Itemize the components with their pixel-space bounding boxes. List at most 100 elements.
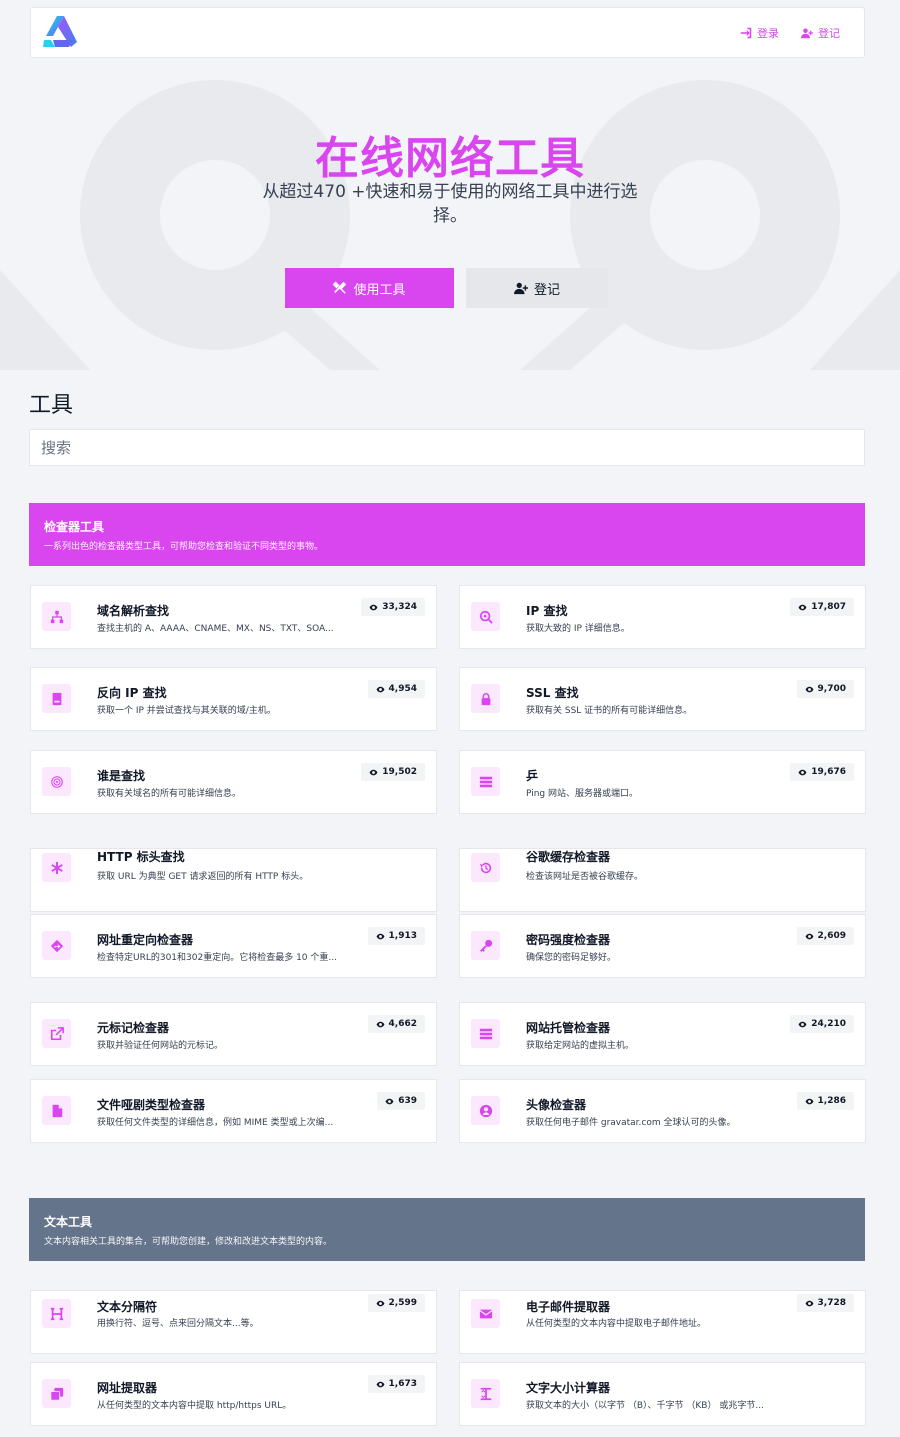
search-input[interactable] [29, 429, 865, 466]
tool-card[interactable]: IP 查找 获取大致的 IP 详细信息。 17,807 [459, 585, 866, 649]
search-location-icon [479, 610, 493, 624]
tool-icon-box [42, 602, 71, 631]
tool-name: 元标记检查器 [97, 1021, 170, 1035]
login-link[interactable]: 登录 [740, 25, 779, 41]
tool-description: 获取任何电子邮件 gravatar.com 全球认可的头像。 [526, 1118, 736, 1128]
eye-icon [798, 769, 807, 775]
tool-icon-box [42, 1019, 71, 1048]
tool-card[interactable]: 密码强度检查器 确保您的密码足够好。 2,609 [459, 914, 866, 978]
tool-card[interactable]: 反向 IP 查找 获取一个 IP 并尝试查找与其关联的域/主机。 4,954 [30, 667, 437, 731]
eye-icon [385, 1098, 394, 1104]
tool-card[interactable]: 域名解析查找 查找主机的 A、AAAA、CNAME、MX、NS、TXT、SOA..… [30, 585, 437, 649]
tool-description: 确保您的密码足够好。 [526, 953, 617, 963]
tool-description: 获取任何文件类型的详细信息，例如 MIME 类型或上次编... [97, 1118, 334, 1128]
tool-icon-box [471, 1299, 500, 1328]
history-icon [479, 862, 491, 873]
tool-description: 查找主机的 A、AAAA、CNAME、MX、NS、TXT、SOA... [97, 624, 334, 634]
sitemap-icon [50, 610, 63, 623]
category-header-text: 文本工具 文本内容相关工具的集合，可帮助您创建，修改和改进文本类型的内容。 [29, 1198, 865, 1261]
tool-icon-box [471, 1019, 500, 1048]
tool-card[interactable]: SSL 查找 获取有关 SSL 证书的所有可能详细信息。 9,700 [459, 667, 866, 731]
tool-card[interactable]: 网址提取器 从任何类型的文本内容中提取 http/https URL。 1,673 [30, 1362, 437, 1426]
tool-card[interactable]: 网址重定向检查器 检查特定URL的301和302重定向。它将检查最多 10 个重.… [30, 914, 437, 978]
tool-card[interactable]: 谷歌缓存检查器检查该网址是否被谷歌缓存。 [459, 848, 866, 912]
eye-icon [798, 604, 807, 610]
tool-icon-box [471, 767, 500, 796]
tool-name: 头像检查器 [526, 1098, 587, 1112]
tool-name: 电子邮件提取器 [526, 1300, 611, 1314]
register-link[interactable]: 登记 [801, 25, 840, 41]
view-count-badge: 1,913 [367, 927, 425, 945]
tool-name: 谁是查找 [97, 769, 146, 783]
logo[interactable] [41, 14, 79, 52]
tool-icon-box [471, 684, 500, 713]
tool-card[interactable]: 头像检查器获取任何电子邮件 gravatar.com 全球认可的头像。 1,286 [459, 1079, 866, 1143]
text-height-icon [480, 1387, 491, 1400]
fingerprint-icon [50, 775, 63, 788]
eye-icon [369, 769, 378, 775]
tool-icon-box [42, 1299, 71, 1328]
tool-card[interactable]: 谁是查找 获取有关域名的所有可能详细信息。 19,502 [30, 750, 437, 814]
tool-description: 检查该网址是否被谷歌缓存。 [526, 872, 644, 882]
view-count-badge: 1,673 [367, 1375, 425, 1393]
sign-in-icon [740, 27, 752, 38]
tool-card[interactable]: 文本分隔符 用换行符、逗号、点来回分隔文本...等。 2,599 [30, 1290, 437, 1354]
user-plus-icon [513, 282, 528, 295]
tool-description: 用换行符、逗号、点来回分隔文本...等。 [97, 1319, 259, 1329]
tool-name: 网站托管检查器 [526, 1021, 611, 1035]
tool-icon-box [42, 1096, 71, 1125]
view-count-badge: 1,286 [796, 1092, 854, 1110]
eye-icon [376, 1300, 384, 1306]
tool-description: 获取 URL 为典型 GET 请求返回的所有 HTTP 标头。 [97, 872, 309, 882]
tool-icon-box [42, 767, 71, 796]
tool-card[interactable]: 文件哑剧类型检查器获取任何文件类型的详细信息，例如 MIME 类型或上次编...… [30, 1079, 437, 1143]
tool-description: 获取给定网站的虚拟主机。 [526, 1041, 635, 1051]
lock-icon [481, 692, 490, 705]
tool-name: 密码强度检查器 [526, 933, 611, 947]
use-tools-button[interactable]: 使用工具 [285, 268, 454, 308]
hero-register-button[interactable]: 登记 [466, 268, 608, 308]
view-count-badge: 3,728 [796, 1294, 854, 1312]
eye-icon [376, 933, 384, 939]
hero-title: 在线网络工具 [315, 133, 585, 184]
directions-icon [50, 939, 63, 952]
tool-name: HTTP 标头查找 [97, 850, 185, 864]
server-icon [479, 1028, 492, 1039]
view-count-badge: 4,954 [367, 680, 425, 698]
tool-name: SSL 查找 [526, 686, 579, 700]
tool-name: 谷歌缓存检查器 [526, 850, 611, 864]
view-count-badge: 24,210 [790, 1015, 854, 1033]
eye-icon [805, 933, 813, 939]
tools-icon [333, 281, 347, 294]
tool-description: 从任何类型的文本内容中提取 http/https URL。 [97, 1401, 292, 1411]
tool-description: 获取一个 IP 并尝试查找与其关联的域/主机。 [97, 706, 276, 716]
copy-icon [49, 1387, 63, 1401]
tool-card[interactable]: 网站托管检查器获取给定网站的虚拟主机。 24,210 [459, 1002, 866, 1066]
server-icon [479, 776, 492, 787]
eye-icon [805, 686, 813, 692]
tool-description: Ping 网站、服务器或端口。 [526, 789, 639, 799]
tool-name: 文件哑剧类型检查器 [97, 1098, 206, 1112]
view-count-badge: 639 [377, 1092, 425, 1110]
tool-icon-box [471, 1379, 500, 1408]
tool-card[interactable]: 文字大小计算器 获取文本的大小（以字节 （B）、千字节 （KB） 或兆字节... [459, 1362, 866, 1426]
file-icon [52, 1104, 62, 1117]
view-count-badge: 33,324 [361, 598, 425, 616]
navbar: 登录 登记 [30, 7, 865, 58]
user-plus-icon [801, 28, 813, 38]
category-header-checker: 检查器工具 一系列出色的检查器类型工具，可帮助您检查和验证不同类型的事物。 [29, 503, 865, 566]
tool-card[interactable]: 乒 Ping 网站、服务器或端口。 19,676 [459, 750, 866, 814]
tool-description: 检查特定URL的301和302重定向。它将检查最多 10 个重... [97, 953, 337, 963]
eye-icon [798, 1021, 807, 1027]
tool-icon-box [471, 1096, 500, 1125]
tool-card[interactable]: 元标记检查器 获取并验证任何网站的元标记。 4,662 [30, 1002, 437, 1066]
tool-card[interactable]: 电子邮件提取器从任何类型的文本内容中提取电子邮件地址。 3,728 [459, 1290, 866, 1354]
tool-description: 获取大致的 IP 详细信息。 [526, 624, 630, 634]
view-count-badge: 19,676 [790, 763, 854, 781]
tool-icon-box [42, 853, 71, 882]
tool-icon-box [42, 1379, 71, 1408]
hero-subtitle: 从超过470 +快速和易于使用的网络工具中进行选择。 [262, 182, 638, 226]
user-circle-icon [479, 1104, 492, 1117]
tool-description: 从任何类型的文本内容中提取电子邮件地址。 [526, 1319, 707, 1329]
tool-card[interactable]: HTTP 标头查找获取 URL 为典型 GET 请求返回的所有 HTTP 标头。 [30, 848, 437, 912]
